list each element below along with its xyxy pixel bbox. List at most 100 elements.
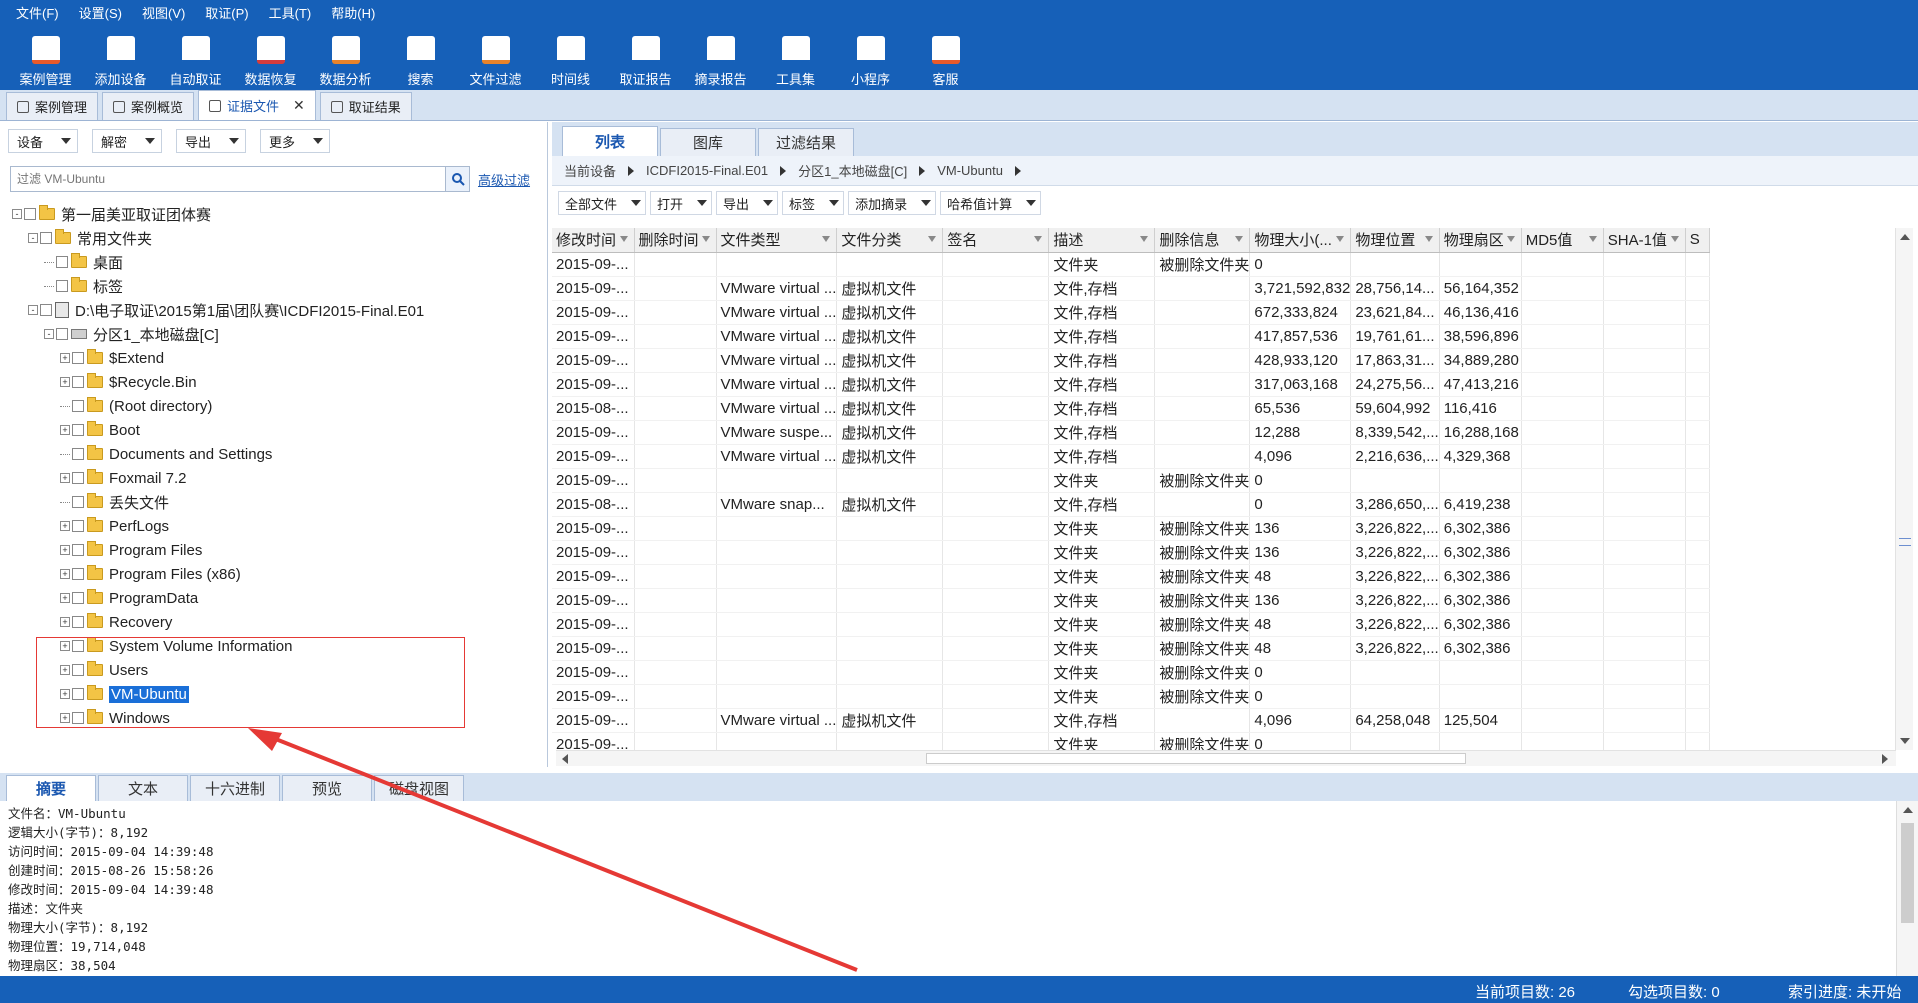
column-header[interactable]: MD5值 [1521, 228, 1604, 253]
filter-icon[interactable] [1034, 236, 1043, 242]
tree-node[interactable]: - 常用文件夹 [0, 226, 546, 250]
column-header[interactable]: 物理位置 [1350, 228, 1440, 253]
horizontal-scrollbar[interactable] [556, 750, 1896, 766]
table-row[interactable]: 2015-09-... 文件夹 被删除文件夹 0 [552, 684, 1710, 709]
ribbon-button-case[interactable]: 案例管理 [8, 28, 83, 90]
tree-checkbox[interactable] [72, 352, 84, 364]
ribbon-button-analysis[interactable]: 数据分析 [308, 28, 383, 90]
expand-icon[interactable]: + [60, 473, 70, 483]
filter-icon[interactable] [1336, 236, 1345, 242]
tree-checkbox[interactable] [72, 592, 84, 604]
tree-node[interactable]: 丢失文件 [0, 490, 546, 514]
tree-checkbox[interactable] [72, 616, 84, 628]
tab-case-overview[interactable]: 案例概览 [102, 92, 195, 120]
column-header[interactable]: 文件分类 [836, 228, 944, 253]
table-row[interactable]: 2015-08-... VMware snap... 虚拟机文件 文件,存档 0 3,28… [552, 492, 1710, 517]
scroll-up-icon[interactable] [1903, 807, 1913, 813]
collapse-icon[interactable]: - [28, 233, 38, 243]
tree-checkbox[interactable] [72, 496, 84, 508]
tab-summary[interactable]: 摘要 [6, 775, 96, 801]
tab-disk-view[interactable]: 磁盘视图 [374, 775, 464, 801]
tree-node[interactable]: + Recovery [0, 610, 546, 634]
ribbon-button-toolset[interactable]: 工具集 [758, 28, 833, 90]
filter-input[interactable] [10, 166, 446, 192]
ribbon-button-support[interactable]: 客服 [908, 28, 983, 90]
expand-icon[interactable]: + [60, 545, 70, 555]
ribbon-button-excerpt[interactable]: 摘录报告 [683, 28, 758, 90]
table-row[interactable]: 2015-09-... 文件夹 被删除文件夹 0 [552, 252, 1710, 277]
ribbon-button-report[interactable]: 取证报告 [608, 28, 683, 90]
menu-item[interactable]: 文件(F) [6, 0, 69, 28]
table-row[interactable]: 2015-09-... 文件夹 被删除文件夹 48 3,226,822,... 6,302… [552, 564, 1710, 589]
menu-item[interactable]: 取证(P) [195, 0, 258, 28]
column-header[interactable]: 文件类型 [716, 228, 838, 253]
more-dropdown[interactable]: 更多 [260, 129, 331, 153]
scroll-grip[interactable] [1899, 538, 1911, 546]
breadcrumb-item[interactable]: ICDFI2015-Final.E01 [646, 163, 768, 178]
table-row[interactable]: 2015-09-... 文件夹 被删除文件夹 136 3,226,822,... 6,30… [552, 588, 1710, 613]
collapse-icon[interactable]: - [12, 209, 22, 219]
table-row[interactable]: 2015-09-... VMware virtual ... 虚拟机文件 文件,存档 3… [552, 372, 1710, 397]
ribbon-button-auto[interactable]: 自动取证 [158, 28, 233, 90]
tree-node[interactable]: - 第一届美亚取证团体赛 [0, 202, 546, 226]
table-row[interactable]: 2015-09-... 文件夹 被删除文件夹 48 3,226,822,... 6,302… [552, 636, 1710, 661]
breadcrumb-item[interactable]: VM-Ubuntu [937, 163, 1003, 178]
tree-node[interactable]: + Boot [0, 418, 546, 442]
tree-checkbox[interactable] [56, 280, 68, 292]
filter-icon[interactable] [1588, 236, 1597, 242]
tree-node[interactable]: + Program Files [0, 538, 546, 562]
table-row[interactable]: 2015-09-... VMware virtual ... 虚拟机文件 文件,存档 4… [552, 324, 1710, 349]
tab-filter-results[interactable]: 过滤结果 [758, 128, 854, 156]
table-row[interactable]: 2015-09-... VMware virtual ... 虚拟机文件 文件,存档 3… [552, 276, 1710, 301]
search-button[interactable] [446, 166, 470, 192]
scroll-thumb[interactable] [926, 753, 1466, 764]
tree-checkbox[interactable] [72, 424, 84, 436]
tree-node[interactable]: + Foxmail 7.2 [0, 466, 546, 490]
tree-node[interactable]: Documents and Settings [0, 442, 546, 466]
tree-node[interactable]: 桌面 [0, 250, 546, 274]
column-header[interactable]: 物理大小(... [1249, 228, 1352, 253]
filter-icon[interactable] [1140, 236, 1149, 242]
tree-checkbox[interactable] [72, 544, 84, 556]
table-row[interactable]: 2015-09-... 文件夹 被删除文件夹 0 [552, 468, 1710, 493]
column-header[interactable]: SHA-1值 [1603, 228, 1686, 253]
expand-icon[interactable]: + [60, 593, 70, 603]
tree-node[interactable]: 标签 [0, 274, 546, 298]
expand-icon[interactable]: + [60, 521, 70, 531]
breadcrumb-item[interactable]: 当前设备 [564, 161, 616, 180]
list-toolbar-dropdown[interactable]: 哈希值计算 [940, 191, 1042, 215]
scroll-down-icon[interactable] [1900, 738, 1910, 744]
ribbon-button-timeline[interactable]: 时间线 [533, 28, 608, 90]
list-toolbar-dropdown[interactable]: 添加摘录 [848, 191, 937, 215]
expand-icon[interactable]: + [60, 377, 70, 387]
expand-icon[interactable]: + [60, 617, 70, 627]
filter-icon[interactable] [619, 236, 628, 242]
tree-checkbox[interactable] [56, 328, 68, 340]
tree-node[interactable]: + Program Files (x86) [0, 562, 546, 586]
menu-item[interactable]: 工具(T) [259, 0, 322, 28]
tree-checkbox[interactable] [72, 448, 84, 460]
list-toolbar-dropdown[interactable]: 导出 [716, 191, 779, 215]
tree-checkbox[interactable] [72, 376, 84, 388]
vertical-scrollbar[interactable] [1895, 228, 1913, 750]
filter-icon[interactable] [822, 236, 831, 242]
tree-node[interactable]: + $Extend [0, 346, 546, 370]
table-row[interactable]: 2015-09-... VMware virtual ... 虚拟机文件 文件,存档 4… [552, 348, 1710, 373]
list-toolbar-dropdown[interactable]: 标签 [782, 191, 845, 215]
collapse-icon[interactable]: - [44, 329, 54, 339]
scroll-thumb[interactable] [1901, 823, 1914, 923]
list-toolbar-dropdown[interactable]: 全部文件 [558, 191, 647, 215]
collapse-icon[interactable]: - [28, 305, 38, 315]
tree-checkbox[interactable] [24, 208, 36, 220]
filter-icon[interactable] [1670, 236, 1679, 242]
decrypt-dropdown[interactable]: 解密 [92, 129, 163, 153]
chevron-right-icon[interactable] [780, 165, 787, 176]
tree-node[interactable]: + PerfLogs [0, 514, 546, 538]
tree-node[interactable]: + $Recycle.Bin [0, 370, 546, 394]
scroll-up-icon[interactable] [1900, 234, 1910, 240]
expand-icon[interactable]: + [60, 425, 70, 435]
tree-node[interactable]: - 分区1_本地磁盘[C] [0, 322, 546, 346]
column-header[interactable]: 签名 [942, 228, 1050, 253]
tab-hex[interactable]: 十六进制 [190, 775, 280, 801]
tree-checkbox[interactable] [72, 568, 84, 580]
